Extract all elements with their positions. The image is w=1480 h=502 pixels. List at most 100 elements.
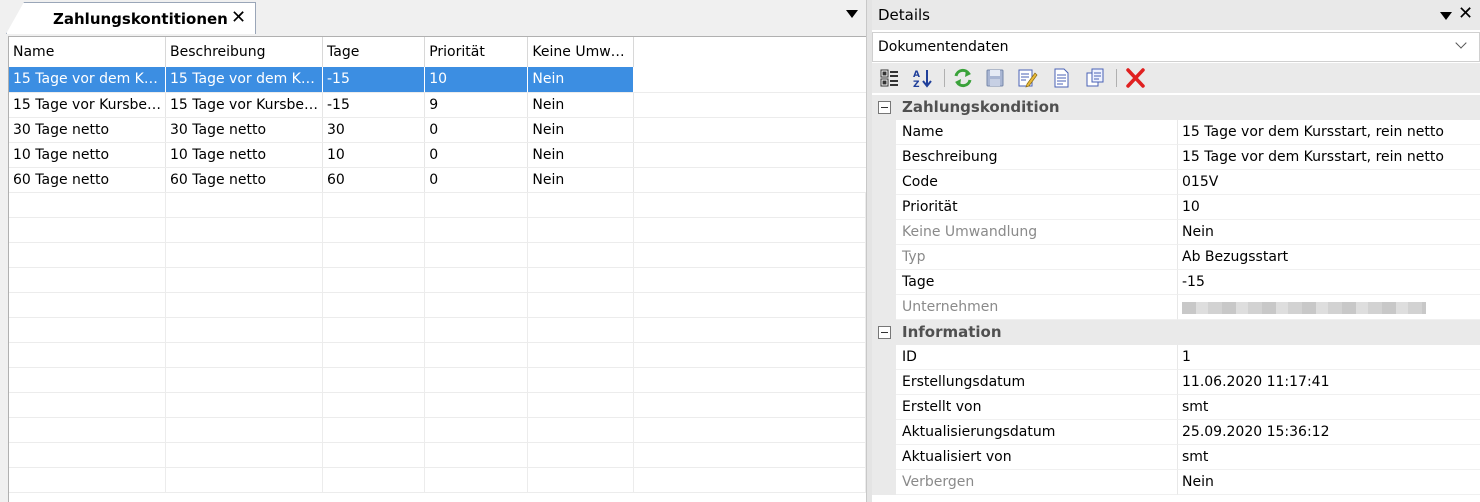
close-icon[interactable]: ✕ — [231, 7, 246, 29]
tab-payment-terms[interactable]: Zahlungskontitionen ✕ — [6, 2, 256, 34]
close-icon[interactable]: ✕ — [1458, 3, 1473, 24]
empty-cell — [424, 192, 529, 218]
column-header-priority[interactable]: Priorität — [424, 37, 529, 67]
table-row[interactable]: 60 Tage netto 60 Tage netto 60 0 Nein — [9, 167, 866, 193]
cell-no-conversion[interactable]: Nein — [527, 142, 635, 168]
category-header[interactable]: Information — [872, 320, 1480, 345]
cell-name[interactable]: 60 Tage netto — [9, 167, 166, 193]
cell-priority[interactable]: 10 — [424, 67, 529, 93]
column-header-name[interactable]: Name — [9, 37, 166, 67]
cell-priority[interactable]: 9 — [424, 92, 529, 118]
property-value[interactable]: 25.09.2020 15:36:12 — [1178, 420, 1480, 445]
property-row[interactable]: Unternehmen — [872, 295, 1480, 320]
cell-days[interactable]: 30 — [322, 117, 426, 143]
edit-icon[interactable] — [1016, 67, 1038, 89]
property-value[interactable]: 015V — [1178, 170, 1480, 195]
property-value[interactable]: -15 — [1178, 270, 1480, 295]
empty-cell — [424, 367, 529, 393]
sort-alpha-icon[interactable]: A Z — [912, 67, 934, 89]
empty-cell — [9, 317, 166, 343]
column-header-no-conversion[interactable]: Keine Umw… — [527, 37, 635, 67]
filler-cell — [633, 367, 866, 393]
refresh-icon[interactable] — [952, 67, 974, 89]
property-row[interactable]: Verbergen Nein — [872, 470, 1480, 495]
property-row[interactable]: Tage -15 — [872, 270, 1480, 295]
column-header-days[interactable]: Tage — [322, 37, 426, 67]
cell-days[interactable]: 60 — [322, 167, 426, 193]
save-icon[interactable] — [984, 67, 1006, 89]
document-data-select[interactable]: Dokumentendaten — [872, 32, 1480, 62]
property-row[interactable]: Aktualisiert von smt — [872, 445, 1480, 470]
cell-days[interactable]: 10 — [322, 142, 426, 168]
grid-header-row: Name Beschreibung Tage Priorität Keine U… — [9, 37, 866, 67]
property-value[interactable]: smt — [1178, 445, 1480, 470]
tab-menu-dropdown-icon[interactable] — [846, 10, 858, 18]
cell-name[interactable]: 10 Tage netto — [9, 142, 166, 168]
property-value[interactable]: 11.06.2020 11:17:41 — [1178, 370, 1480, 395]
property-row[interactable]: Beschreibung 15 Tage vor dem Kursstart, r… — [872, 145, 1480, 170]
property-value[interactable]: Nein — [1178, 220, 1480, 245]
property-row[interactable]: Code 015V — [872, 170, 1480, 195]
cell-description[interactable]: 60 Tage netto — [165, 167, 323, 193]
collapse-icon[interactable] — [878, 326, 891, 339]
property-value[interactable]: smt — [1178, 395, 1480, 420]
cell-no-conversion[interactable]: Nein — [527, 117, 635, 143]
column-header-description[interactable]: Beschreibung — [165, 37, 323, 67]
property-row[interactable]: Name 15 Tage vor dem Kursstart, rein nett… — [872, 120, 1480, 145]
filler-cell — [633, 292, 866, 318]
cell-priority[interactable]: 0 — [424, 167, 529, 193]
empty-cell — [165, 267, 323, 293]
property-value[interactable]: 10 — [1178, 195, 1480, 220]
property-row[interactable]: ID 1 — [872, 345, 1480, 370]
cell-days[interactable]: -15 — [322, 67, 426, 93]
category-header[interactable]: Zahlungskondition — [872, 95, 1480, 120]
property-row[interactable]: Priorität 10 — [872, 195, 1480, 220]
property-row[interactable]: Erstellungsdatum 11.06.2020 11:17:41 — [872, 370, 1480, 395]
cell-no-conversion[interactable]: Nein — [527, 92, 635, 118]
empty-cell — [165, 367, 323, 393]
cell-days[interactable]: -15 — [322, 92, 426, 118]
property-row[interactable]: Keine Umwandlung Nein — [872, 220, 1480, 245]
property-value[interactable]: 15 Tage vor dem Kursstart, rein netto — [1178, 120, 1480, 145]
table-row[interactable]: 30 Tage netto 30 Tage netto 30 0 Nein — [9, 117, 866, 143]
property-value[interactable] — [1178, 295, 1480, 320]
property-row[interactable]: Aktualisierungsdatum 25.09.2020 15:36:12 — [872, 420, 1480, 445]
categorize-icon[interactable] — [878, 67, 900, 89]
empty-cell — [424, 442, 529, 468]
empty-cell — [424, 292, 529, 318]
property-value[interactable]: Ab Bezugsstart — [1178, 245, 1480, 270]
dropdown-menu-icon[interactable] — [1440, 12, 1452, 20]
property-row[interactable]: Erstellt von smt — [872, 395, 1480, 420]
empty-row — [9, 367, 866, 393]
empty-cell — [527, 217, 635, 243]
cell-name[interactable]: 15 Tage vor Kursbe… — [9, 92, 166, 118]
property-value[interactable]: Nein — [1178, 470, 1480, 495]
cell-description[interactable]: 15 Tage vor dem K… — [165, 67, 323, 93]
cell-no-conversion[interactable]: Nein — [527, 167, 635, 193]
cell-priority[interactable]: 0 — [424, 117, 529, 143]
cell-description[interactable]: 15 Tage vor Kursbe… — [165, 92, 323, 118]
property-value[interactable]: 1 — [1178, 345, 1480, 370]
category-label: Information — [902, 323, 1002, 341]
cell-name[interactable]: 15 Tage vor dem K… — [9, 67, 166, 93]
empty-cell — [424, 392, 529, 418]
filler-cell — [633, 267, 866, 293]
empty-cell — [322, 342, 426, 368]
property-value[interactable]: 15 Tage vor dem Kursstart, rein netto — [1178, 145, 1480, 170]
cell-priority[interactable]: 0 — [424, 142, 529, 168]
property-name: Priorität — [896, 195, 1178, 220]
table-row[interactable]: 15 Tage vor Kursbe… 15 Tage vor Kursbe… -1… — [9, 92, 866, 118]
cell-no-conversion[interactable]: Nein — [527, 67, 635, 93]
new-document-icon[interactable] — [1050, 67, 1072, 89]
filler-cell — [633, 117, 866, 143]
cell-name[interactable]: 30 Tage netto — [9, 117, 166, 143]
cell-description[interactable]: 10 Tage netto — [165, 142, 323, 168]
filler-cell — [633, 92, 866, 118]
cell-description[interactable]: 30 Tage netto — [165, 117, 323, 143]
collapse-icon[interactable] — [878, 101, 891, 114]
property-row[interactable]: Typ Ab Bezugsstart — [872, 245, 1480, 270]
delete-icon[interactable] — [1124, 67, 1146, 89]
table-row[interactable]: 10 Tage netto 10 Tage netto 10 0 Nein — [9, 142, 866, 168]
copy-icon[interactable] — [1084, 67, 1106, 89]
table-row[interactable]: 15 Tage vor dem K… 15 Tage vor dem K… -15 1… — [9, 67, 866, 93]
